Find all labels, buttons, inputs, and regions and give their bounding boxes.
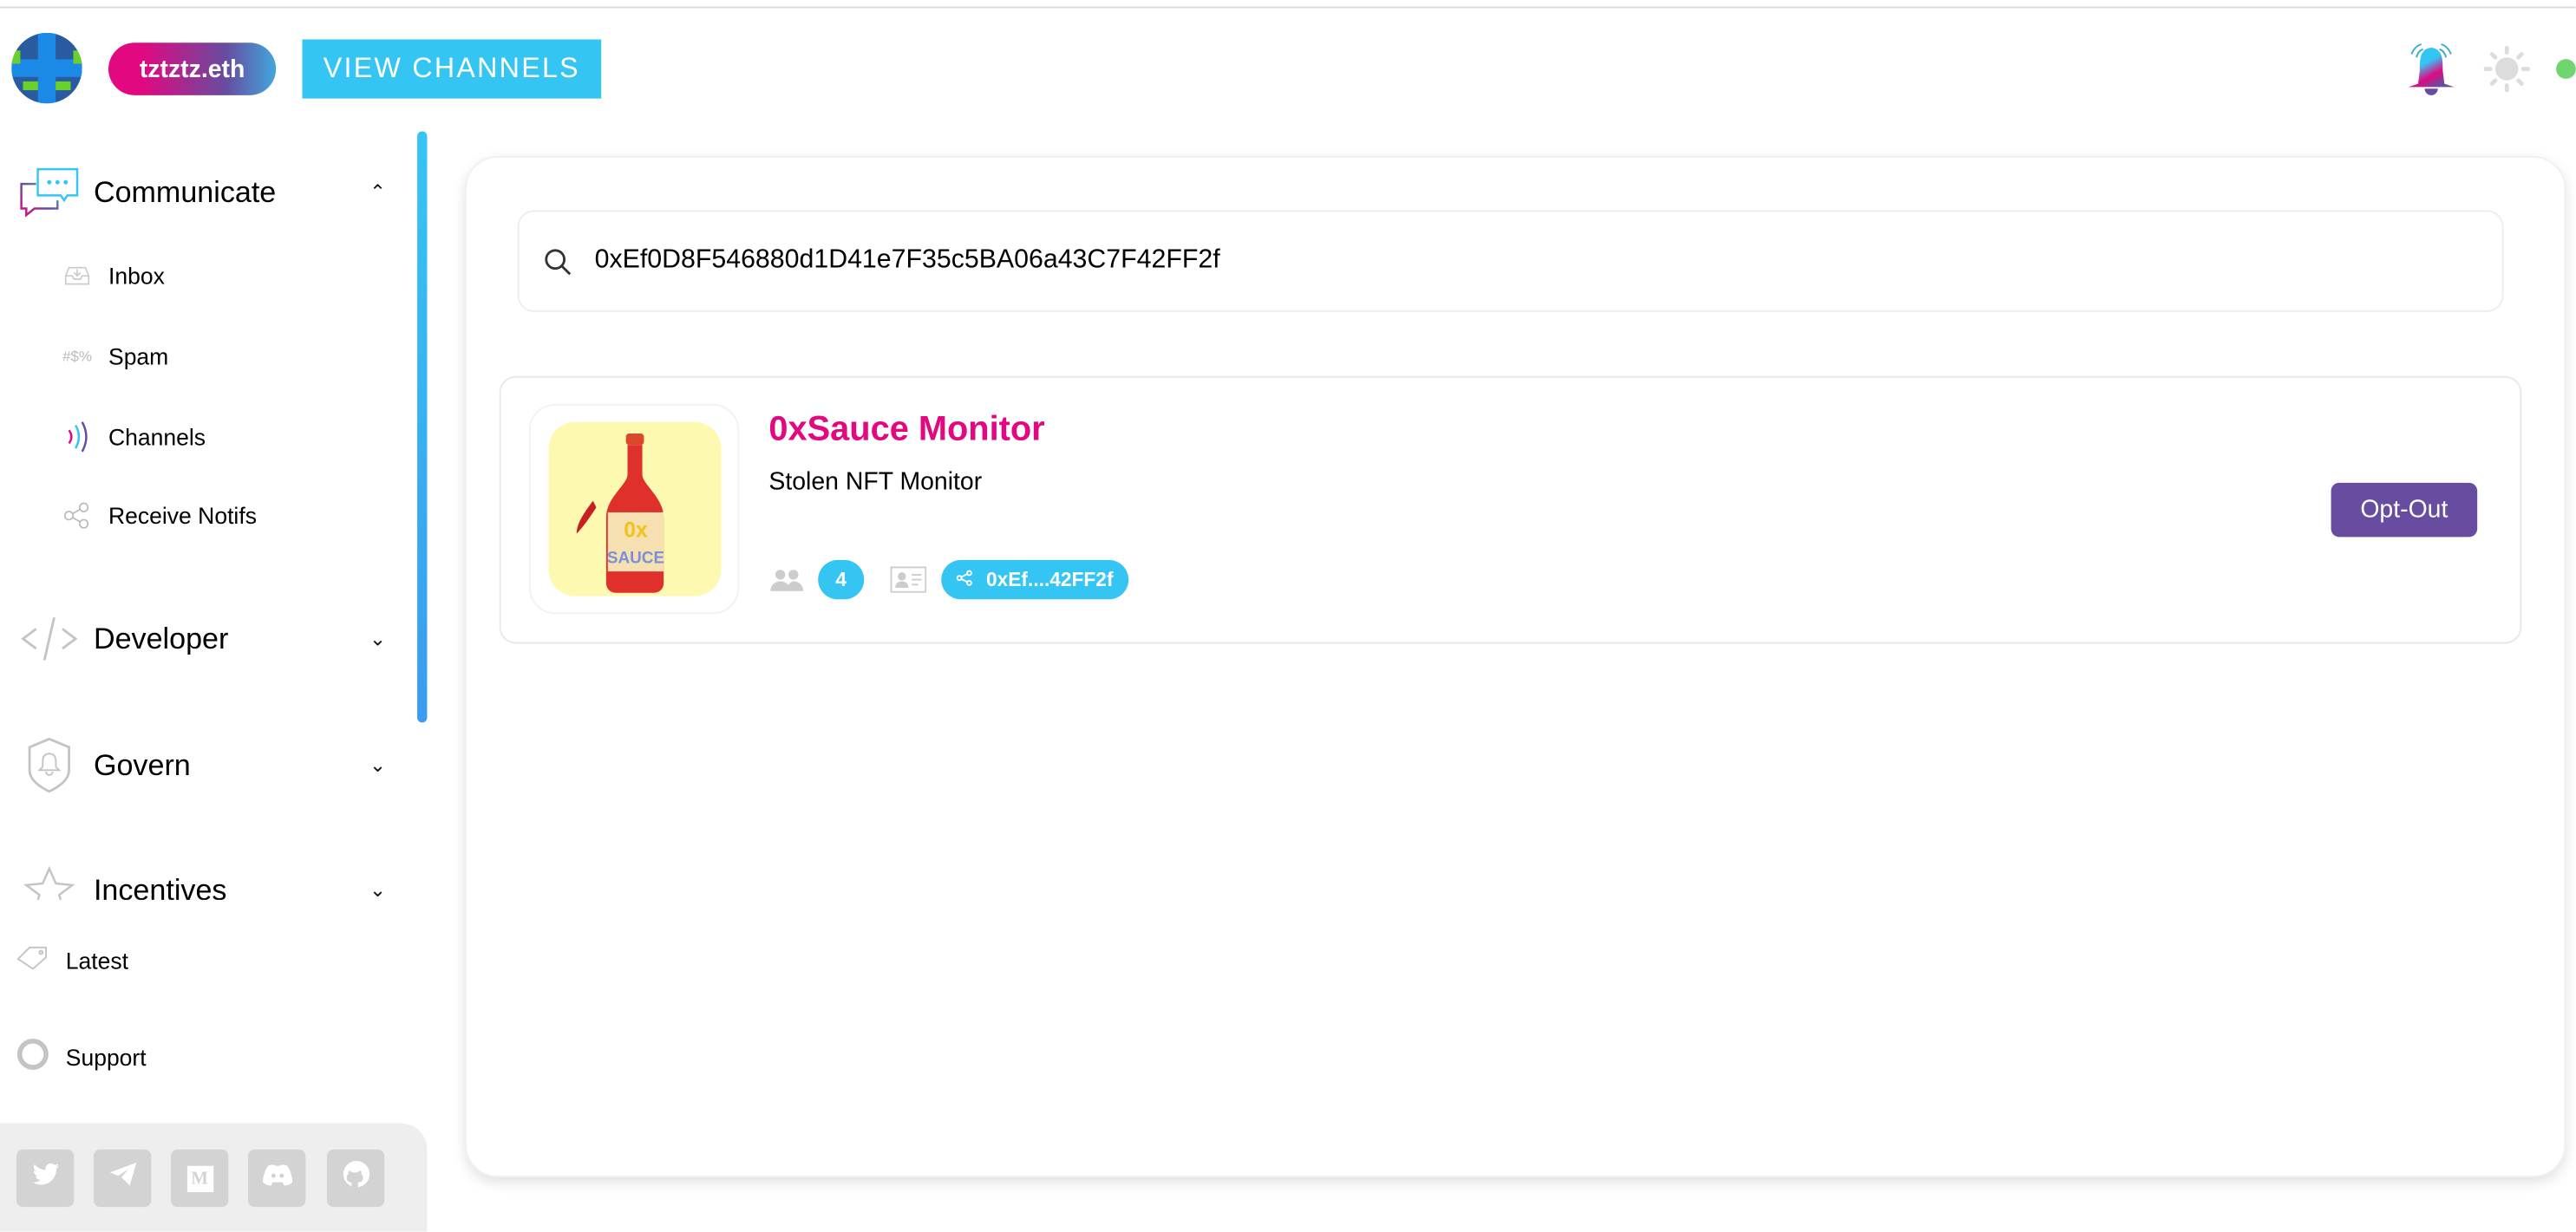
spam-icon: #$%	[62, 348, 93, 365]
sidebar-item-label: Inbox	[108, 263, 165, 290]
sidebar-link-latest[interactable]: Latest	[16, 939, 128, 981]
sidebar-section-govern[interactable]: Govern ⌄	[16, 733, 386, 799]
shield-bell-icon	[16, 733, 82, 799]
search-input[interactable]	[591, 244, 2405, 278]
view-channels-button[interactable]: VIEW CHANNELS	[302, 39, 602, 99]
telegram-icon	[108, 1162, 136, 1194]
chevron-down-icon[interactable]: ⌄	[369, 753, 386, 777]
channels-icon	[59, 419, 95, 455]
sidebar-section-label: Communicate	[93, 174, 277, 208]
channel-address: 0xEf....42FF2f	[985, 568, 1114, 591]
code-icon	[16, 606, 82, 672]
sidebar-section-label: Govern	[93, 747, 191, 781]
sidebar-section-label: Incentives	[93, 872, 227, 900]
telegram-button[interactable]	[93, 1149, 152, 1208]
svg-text:0x: 0x	[624, 518, 648, 542]
chevron-down-icon[interactable]: ⌄	[369, 628, 386, 651]
channel-description: Stolen NFT Monitor	[768, 467, 983, 496]
discord-icon	[262, 1164, 292, 1193]
chevron-up-icon[interactable]: ⌃	[369, 180, 386, 204]
opt-out-button[interactable]: Opt-Out	[2331, 482, 2478, 538]
subscriber-count-badge: 4	[818, 559, 865, 600]
medium-button[interactable]: M	[170, 1149, 229, 1208]
star-icon	[16, 857, 82, 900]
channel-address-pill[interactable]: 0xEf....42FF2f	[941, 559, 1129, 600]
twitter-button[interactable]	[16, 1149, 75, 1208]
discord-button[interactable]	[247, 1149, 306, 1208]
sidebar-link-support[interactable]: Support	[16, 1036, 147, 1079]
user-pill[interactable]: tztztz.eth	[108, 42, 277, 95]
search-bar[interactable]	[517, 210, 2504, 312]
sidebar-section-developer[interactable]: Developer ⌄	[16, 606, 386, 672]
channel-name[interactable]: 0xSauce Monitor	[768, 411, 1044, 450]
status-dot	[2556, 59, 2576, 79]
id-card-icon	[890, 566, 927, 601]
sidebar-section-label: Developer	[93, 621, 229, 655]
chat-bubbles-icon	[16, 160, 82, 225]
inbox-icon	[59, 266, 95, 286]
svg-text:SAUCE: SAUCE	[607, 550, 664, 568]
top-divider	[0, 6, 2576, 9]
search-icon	[544, 247, 572, 275]
chevron-down-icon[interactable]: ⌄	[369, 878, 386, 900]
bell-icon[interactable]	[2403, 41, 2459, 98]
sidebar-item-label: Spam	[108, 342, 169, 370]
sun-icon[interactable]	[2483, 45, 2531, 93]
subscribers-icon	[770, 568, 804, 599]
channel-logo-frame: 0x SAUCE	[528, 403, 740, 615]
sidebar-item-label: Receive Notifs	[108, 502, 257, 529]
sidebar-section-incentives[interactable]: Incentives ⌄	[16, 857, 386, 900]
sidebar-link-label: Latest	[65, 947, 128, 975]
sidebar-item-spam[interactable]: #$% Spam	[59, 336, 168, 375]
sidebar-section-incentives-clip: Incentives ⌄	[0, 857, 411, 900]
sidebar-item-channels[interactable]: Channels	[59, 417, 206, 456]
share-icon	[957, 568, 973, 591]
tag-icon	[16, 943, 49, 978]
sidebar-link-label: Support	[65, 1044, 147, 1071]
sidebar-item-receive-notifs[interactable]: Receive Notifs	[59, 496, 257, 535]
avatar[interactable]	[11, 32, 82, 104]
github-button[interactable]	[326, 1149, 385, 1208]
share-icon	[59, 501, 95, 531]
lifebuoy-icon	[16, 1037, 49, 1078]
medium-icon: M	[186, 1164, 213, 1192]
channel-logo: 0x SAUCE	[548, 421, 722, 596]
twitter-icon	[31, 1163, 59, 1194]
sidebar-scrollbar[interactable]	[417, 131, 428, 723]
sidebar-section-communicate[interactable]: Communicate ⌃	[16, 160, 386, 225]
sidebar-item-inbox[interactable]: Inbox	[59, 256, 165, 295]
sidebar-item-label: Channels	[108, 423, 206, 450]
github-icon	[341, 1159, 370, 1197]
